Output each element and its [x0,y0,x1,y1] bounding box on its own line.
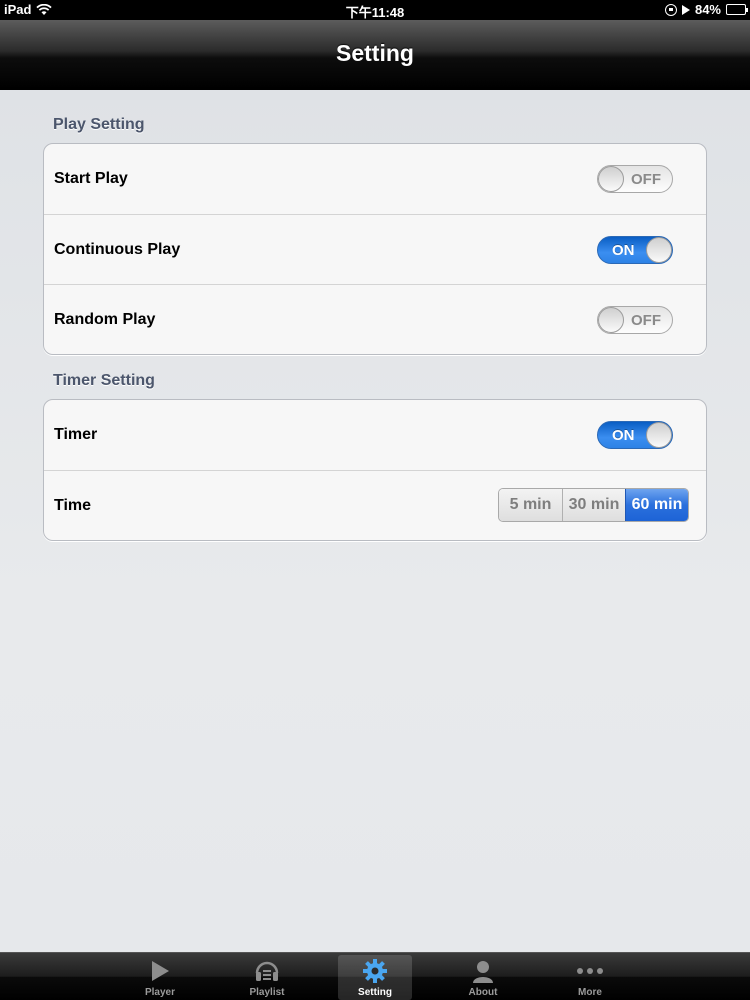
timer-setting-header: Timer Setting [53,372,155,389]
random-play-label: Random Play [54,311,156,328]
tab-label: About [468,987,498,998]
switch-text: ON [612,427,635,444]
timer-label: Timer [54,426,98,443]
tab-label: Playlist [249,987,285,998]
switch-text: OFF [631,171,661,188]
tab-more[interactable]: More [553,955,627,1000]
navigation-bar: Setting [0,20,750,90]
random-play-row: Random Play OFF [44,284,706,354]
tab-about[interactable]: About [446,955,520,1000]
continuous-play-switch[interactable]: ON [597,236,673,264]
start-play-label: Start Play [54,170,128,187]
battery-percent: 84% [694,2,721,17]
time-segmented-control: 5 min 30 min 60 min [498,488,689,522]
settings-content: Play Setting Start Play OFF Continuous P… [0,90,750,952]
gear-icon [338,959,412,983]
switch-knob [598,307,624,333]
time-row: Time 5 min 30 min 60 min [44,470,706,540]
continuous-play-row: Continuous Play ON [44,214,706,284]
status-bar: iPad 下午11:48 84% [0,0,750,20]
random-play-switch[interactable]: OFF [597,306,673,334]
play-icon [123,959,197,983]
play-setting-group: Start Play OFF Continuous Play ON Random… [43,143,707,355]
person-icon [446,959,520,983]
timer-row: Timer ON [44,400,706,470]
more-icon [553,959,627,983]
play-status-icon [681,4,690,15]
switch-knob [646,422,672,448]
segment-30-min[interactable]: 30 min [562,489,625,521]
timer-setting-group: Timer ON Time 5 min 30 min 60 min [43,399,707,541]
switch-knob [598,166,624,192]
start-play-row: Start Play OFF [44,144,706,214]
switch-text: ON [612,242,635,259]
continuous-play-label: Continuous Play [54,241,181,258]
status-time: 下午11:48 [345,5,405,20]
tab-label: Player [144,987,176,998]
start-play-switch[interactable]: OFF [597,165,673,193]
time-label: Time [54,497,92,514]
battery-icon [726,4,748,15]
switch-knob [646,237,672,263]
segment-60-min[interactable]: 60 min [625,489,688,521]
play-setting-header: Play Setting [53,116,145,133]
status-right: 84% [664,2,748,17]
page-title: Setting [336,40,414,66]
tab-playlist[interactable]: Playlist [230,955,304,1000]
tab-label: Setting [358,987,392,998]
playlist-icon [230,959,304,983]
tab-setting[interactable]: Setting [338,955,412,1000]
timer-switch[interactable]: ON [597,421,673,449]
tab-player[interactable]: Player [123,955,197,1000]
switch-text: OFF [631,312,661,329]
tab-label: More [578,987,602,998]
tab-bar: Player Playlist Setting About More [0,952,750,1000]
rotation-lock-icon [664,3,677,16]
segment-5-min[interactable]: 5 min [499,489,562,521]
